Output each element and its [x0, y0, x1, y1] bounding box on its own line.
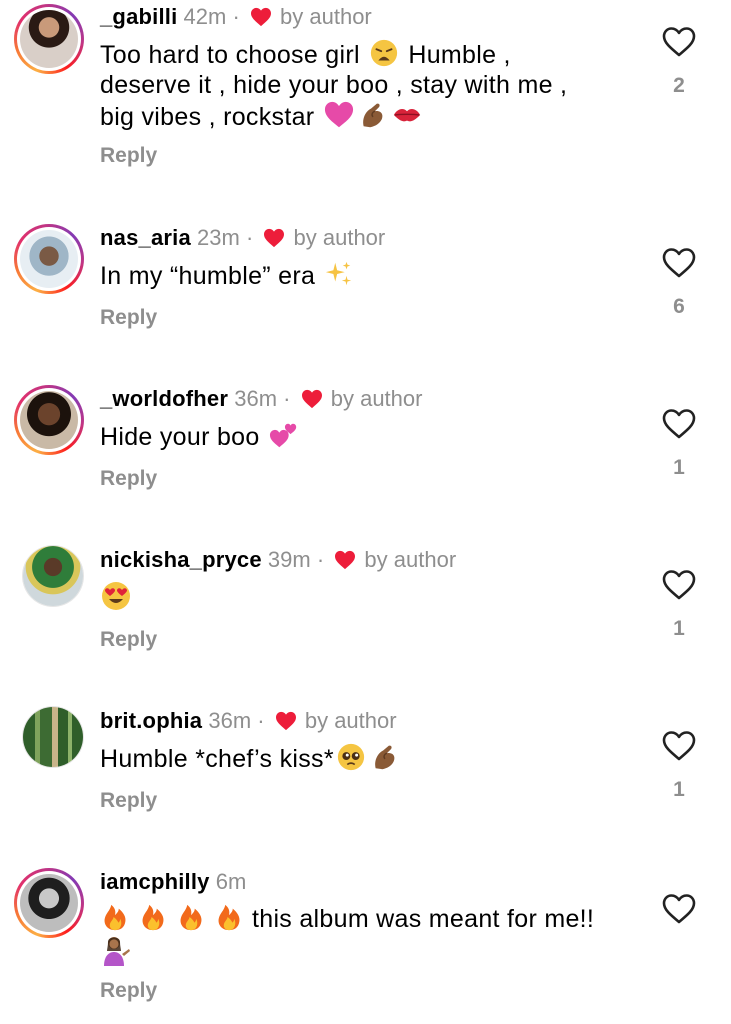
pinching-hand-icon	[370, 742, 400, 772]
weary-face-icon	[369, 38, 399, 68]
timestamp: 6m	[215, 869, 247, 894]
liked-by-author-heart-icon	[250, 7, 272, 27]
comment-text: Humble *chef’s kiss*	[100, 742, 640, 774]
kiss-mark-icon	[392, 100, 422, 130]
timestamp: 39m	[267, 547, 311, 572]
username[interactable]: nickisha_pryce	[100, 547, 262, 572]
comment-text: Too hard to choose girl Humble , deserve…	[100, 38, 640, 132]
username[interactable]: iamcphilly	[100, 869, 210, 894]
liked-by-author-heart-icon	[263, 228, 285, 248]
username[interactable]: _gabilli	[100, 4, 177, 29]
username[interactable]: nas_aria	[100, 225, 191, 250]
like-count: 1	[673, 778, 685, 801]
timestamp: 36m	[208, 708, 252, 733]
avatar[interactable]	[14, 385, 84, 455]
comment-meta: nas_aria 23m · by author	[100, 225, 385, 251]
separator: ·	[232, 4, 240, 29]
timestamp: 42m	[183, 4, 227, 29]
like-count: 1	[673, 617, 685, 640]
reply-button[interactable]: Reply	[100, 143, 157, 169]
avatar[interactable]	[14, 868, 84, 938]
pink-heart-icon	[324, 100, 354, 130]
comment-meta: _gabilli 42m · by author	[100, 4, 372, 30]
like-count: 2	[673, 74, 685, 97]
like-heart-icon[interactable]	[662, 408, 696, 440]
separator: ·	[316, 547, 325, 572]
reply-button[interactable]: Reply	[100, 627, 157, 653]
by-author-label: by author	[364, 547, 457, 572]
reply-button[interactable]: Reply	[100, 978, 157, 1004]
comment-text: In my “humble” era	[100, 259, 640, 291]
liked-by-author-heart-icon	[301, 389, 323, 409]
separator: ·	[257, 708, 265, 733]
comment-text: Hide your boo	[100, 420, 640, 452]
separator: ·	[245, 225, 254, 250]
timestamp: 36m	[234, 386, 278, 411]
by-author-label: by author	[304, 708, 397, 733]
comment-meta: _worldofher 36m · by author	[100, 386, 422, 412]
comment-meta: nickisha_pryce 39m · by author	[100, 547, 456, 573]
fire-icon	[176, 902, 206, 932]
avatar[interactable]	[22, 706, 84, 768]
comment-text	[100, 580, 640, 614]
comment-meta: brit.ophia 36m · by author	[100, 708, 397, 734]
like-count: 1	[673, 456, 685, 479]
fire-icon	[214, 902, 244, 932]
like-heart-icon[interactable]	[662, 893, 696, 925]
comment-text: this album was meant for me!!	[100, 902, 640, 968]
like-heart-icon[interactable]	[662, 730, 696, 762]
separator: ·	[283, 386, 291, 411]
reply-button[interactable]: Reply	[100, 466, 157, 492]
like-heart-icon[interactable]	[662, 569, 696, 601]
by-author-label: by author	[280, 4, 372, 29]
liked-by-author-heart-icon	[334, 550, 356, 570]
comment-meta: iamcphilly 6m	[100, 869, 246, 895]
fire-icon	[100, 902, 130, 932]
liked-by-author-heart-icon	[275, 711, 297, 731]
heart-eyes-icon	[100, 580, 132, 612]
like-heart-icon[interactable]	[662, 247, 696, 279]
pinching-hand-icon	[358, 100, 388, 130]
two-hearts-icon	[269, 420, 299, 450]
reply-button[interactable]: Reply	[100, 305, 157, 331]
like-heart-icon[interactable]	[662, 26, 696, 58]
like-count: 6	[673, 295, 685, 318]
reply-button[interactable]: Reply	[100, 788, 157, 814]
timestamp: 23m	[197, 225, 240, 250]
avatar[interactable]	[22, 545, 84, 607]
pleading-face-icon	[336, 742, 366, 772]
by-author-label: by author	[330, 386, 423, 411]
username[interactable]: _worldofher	[100, 386, 228, 411]
fire-icon	[138, 902, 168, 932]
sparkles-icon	[324, 259, 354, 289]
avatar[interactable]	[14, 4, 84, 74]
by-author-label: by author	[293, 225, 386, 250]
avatar[interactable]	[14, 224, 84, 294]
username[interactable]: brit.ophia	[100, 708, 202, 733]
person-tipping-hand-icon	[100, 934, 132, 966]
